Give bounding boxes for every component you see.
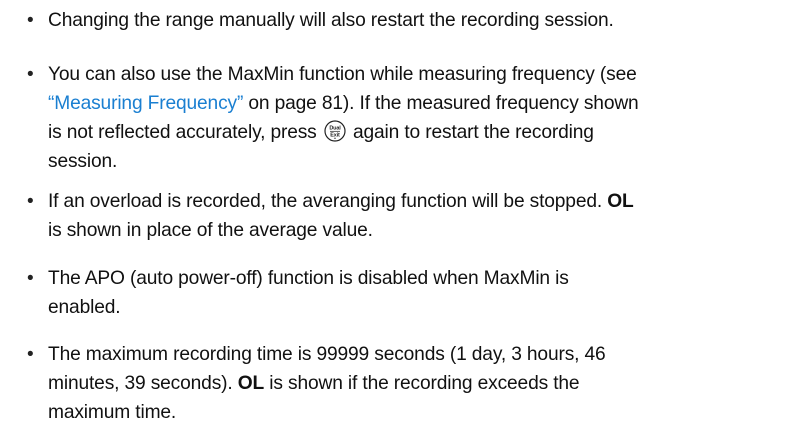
list-item-text: If an overload is recorded, the averangi… (48, 187, 778, 245)
text-segment: again to restart the recording (347, 122, 594, 143)
dual-exit-key-icon: Dual Exit (324, 120, 346, 143)
list-item-text: The maximum recording time is 99999 seco… (48, 340, 778, 427)
ol-indicator: OL (237, 373, 265, 394)
bullet-icon: • (27, 10, 34, 31)
text-segment: is not reflected accurately, press (48, 122, 322, 143)
text-line: minutes, 39 seconds). OL is shown if the… (48, 369, 778, 398)
bullet-icon: • (27, 191, 34, 212)
text-line: Changing the range manually will also re… (48, 10, 614, 31)
text-line: maximum time. (48, 402, 177, 423)
text-line: The maximum recording time is 99999 seco… (48, 344, 606, 365)
text-line: “Measuring Frequency” on page 81). If th… (48, 89, 778, 118)
manual-page: • Changing the range manually will also … (0, 0, 785, 432)
text-line: session. (48, 151, 118, 172)
text-line: is not reflected accurately, press Dual … (48, 118, 778, 147)
key-label-top: Dual (329, 126, 341, 132)
list-item-text: The APO (auto power-off) function is dis… (48, 264, 778, 322)
text-line: is shown in place of the average value. (48, 220, 373, 241)
text-segment: If an overload is recorded, the averangi… (48, 191, 608, 212)
ol-indicator: OL (607, 191, 634, 212)
text-line: You can also use the MaxMin function whi… (48, 64, 637, 85)
text-line: enabled. (48, 297, 121, 318)
text-line: The APO (auto power-off) function is dis… (48, 268, 569, 289)
text-line: If an overload is recorded, the averangi… (48, 187, 778, 216)
measuring-frequency-link[interactable]: “Measuring Frequency” (48, 93, 243, 114)
list-item-text: Changing the range manually will also re… (48, 6, 778, 35)
text-segment: minutes, 39 seconds). (48, 373, 238, 394)
bullet-icon: • (27, 344, 34, 365)
bullet-icon: • (27, 64, 34, 85)
text-segment: on page 81). If the measured frequency s… (243, 93, 639, 114)
bullet-icon: • (27, 268, 34, 289)
text-segment: is shown if the recording exceeds the (264, 373, 580, 394)
list-item-text: You can also use the MaxMin function whi… (48, 60, 778, 176)
